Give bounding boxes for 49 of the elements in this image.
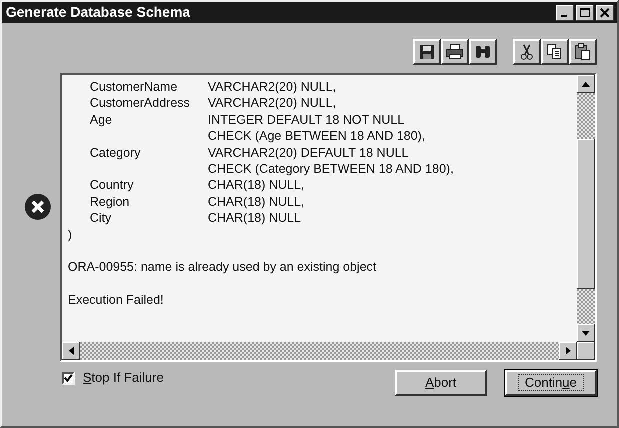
minimize-button[interactable] xyxy=(556,4,574,20)
maximize-icon xyxy=(580,8,590,16)
window-title: Generate Database Schema xyxy=(6,3,190,22)
check-constraint: CHECK (Age BETWEEN 18 AND 180), xyxy=(208,128,426,145)
close-icon xyxy=(600,8,610,18)
stop-if-failure-checkbox[interactable]: Stop If Failure xyxy=(62,368,164,388)
clipboard-icon xyxy=(574,43,592,61)
continue-button[interactable]: Continue xyxy=(505,370,597,396)
toolbar-button[interactable] xyxy=(541,39,569,65)
column-definition: INTEGER DEFAULT 18 NOT NULL xyxy=(208,112,405,128)
vertical-scrollbar[interactable] xyxy=(577,75,595,342)
column-name: Region xyxy=(90,194,131,210)
error-icon xyxy=(24,193,52,221)
save-icon xyxy=(418,43,436,61)
column-definition: VARCHAR2(20) NULL, xyxy=(208,95,336,112)
column-name: Age xyxy=(90,112,114,128)
column-name: CustomerName xyxy=(90,79,179,96)
left-arrow-icon xyxy=(68,347,74,355)
output-text: ) xyxy=(68,226,72,244)
printer-icon xyxy=(446,43,464,61)
up-arrow-icon xyxy=(582,82,590,86)
toolbar-button[interactable] xyxy=(413,39,441,65)
minimize-icon xyxy=(561,14,567,16)
toolbar-button[interactable] xyxy=(469,39,497,65)
column-name: City xyxy=(90,210,113,227)
down-arrow-icon xyxy=(582,330,590,336)
output-text: ORA-00955: name is already used by an existing object xyxy=(68,259,377,276)
column-definition: VARCHAR2(20) DEFAULT 18 NULL xyxy=(208,144,409,162)
column-definition: CHAR(18) NULL, xyxy=(208,177,305,194)
right-arrow-icon xyxy=(566,347,570,355)
checkmark-icon xyxy=(64,374,73,382)
column-name: Category xyxy=(90,144,142,162)
column-definition: CHAR(18) NULL xyxy=(208,210,302,227)
column-name: CustomerAddress xyxy=(90,95,192,112)
horizontal-scrollbar[interactable] xyxy=(62,342,577,360)
column-definition: VARCHAR2(20) NULL, xyxy=(208,79,336,96)
abort-button[interactable]: Abort xyxy=(395,370,487,396)
toolbar-button[interactable] xyxy=(513,39,541,65)
copy-icon xyxy=(546,43,564,61)
check-constraint: CHECK (Category BETWEEN 18 AND 180), xyxy=(208,161,454,178)
column-name: Country xyxy=(90,177,135,194)
close-button[interactable] xyxy=(596,4,614,20)
output-text: Execution Failed! xyxy=(68,292,164,309)
toolbar-button[interactable] xyxy=(569,39,597,65)
maximize-button[interactable] xyxy=(576,4,594,20)
column-definition: CHAR(18) NULL, xyxy=(208,194,305,210)
binoculars-icon xyxy=(474,43,492,61)
scissors-icon xyxy=(518,43,536,61)
toolbar-button[interactable] xyxy=(441,39,469,65)
